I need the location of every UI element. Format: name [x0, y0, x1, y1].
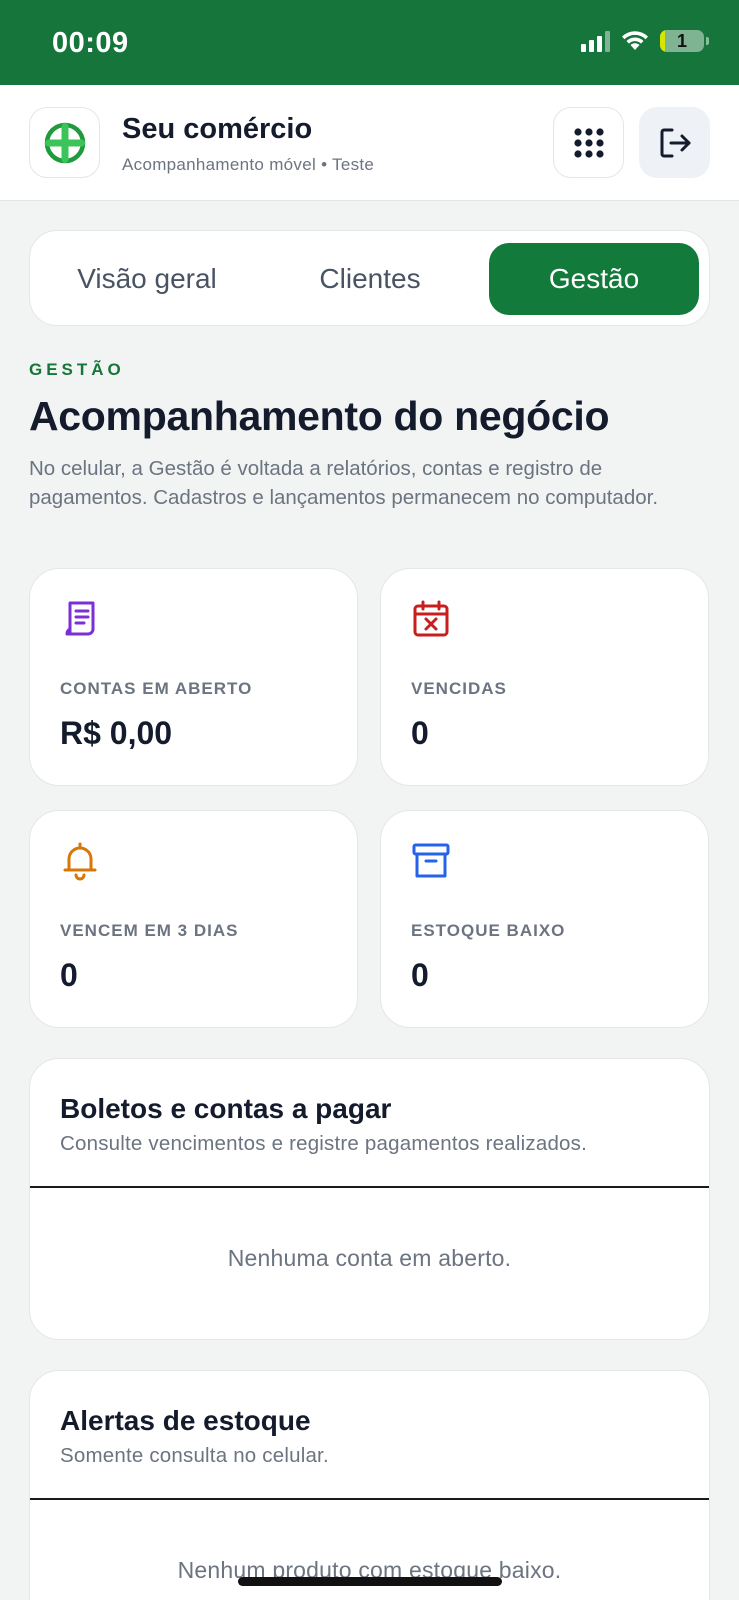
apps-menu-button[interactable]: [553, 107, 624, 178]
stat-value: 0: [411, 957, 429, 993]
status-icons: 1: [581, 30, 709, 52]
tab-gestao[interactable]: Gestão: [489, 243, 699, 315]
brand-title: Seu comércio: [122, 113, 313, 145]
archive-box-icon: [412, 843, 450, 878]
battery-level: 1: [676, 30, 687, 51]
panel-divider: [30, 1186, 709, 1188]
calendar-x-icon: [413, 600, 449, 637]
stat-card-contas-em-aberto[interactable]: CONTAS EM ABERTO R$ 0,00: [29, 568, 358, 786]
empty-state-text: Nenhuma conta em aberto.: [227, 1245, 512, 1271]
panel-title: Boletos e contas a pagar: [60, 1093, 392, 1124]
panel-divider: [30, 1498, 709, 1500]
stat-label: VENCIDAS: [411, 679, 507, 698]
panel-title: Alertas de estoque: [60, 1405, 311, 1436]
panel-contas-a-pagar: Boletos e contas a pagar Consulte vencim…: [29, 1058, 710, 1340]
app-header: Seu comércio Acompanhamento móvel • Test…: [0, 85, 739, 201]
stat-label: ESTOQUE BAIXO: [411, 921, 566, 940]
stat-card-vencem-em-3-dias[interactable]: VENCEM EM 3 DIAS 0: [29, 810, 358, 1028]
panel-subtitle: Consulte vencimentos e registre pagament…: [60, 1132, 587, 1155]
app-logo: [29, 107, 100, 178]
receipt-icon: [65, 601, 95, 636]
bell-icon: [63, 842, 97, 881]
status-time: 00:09: [52, 27, 129, 59]
stat-card-estoque-baixo[interactable]: ESTOQUE BAIXO 0: [380, 810, 709, 1028]
tab-bar: Visão geral Clientes Gestão: [29, 230, 710, 326]
battery-icon: 1: [660, 30, 704, 52]
status-bar: 00:09 1: [0, 0, 739, 85]
logout-button[interactable]: [639, 107, 710, 178]
grid-dots-icon: [573, 127, 604, 158]
wifi-icon: [622, 31, 648, 50]
home-indicator[interactable]: [238, 1577, 502, 1586]
tab-visao-geral[interactable]: Visão geral: [42, 243, 252, 315]
stat-value: 0: [411, 715, 429, 751]
logout-icon: [660, 128, 690, 157]
panel-subtitle: Somente consulta no celular.: [60, 1444, 329, 1467]
stat-card-vencidas[interactable]: VENCIDAS 0: [380, 568, 709, 786]
page-title: Acompanhamento do negócio: [29, 393, 610, 439]
brand-subtitle: Acompanhamento móvel • Teste: [122, 155, 375, 174]
plus-circle-icon: [44, 122, 85, 163]
panel-alertas-de-estoque: Alertas de estoque Somente consulta no c…: [29, 1370, 710, 1600]
section-eyebrow: GESTÃO: [29, 360, 125, 379]
tab-clientes[interactable]: Clientes: [265, 243, 475, 315]
signal-icon: [581, 30, 610, 52]
stat-value: R$ 0,00: [60, 715, 173, 751]
page-description: No celular, a Gestão é voltada a relatór…: [29, 457, 659, 509]
stat-value: 0: [60, 957, 78, 993]
stat-label: VENCEM EM 3 DIAS: [60, 921, 239, 940]
stat-label: CONTAS EM ABERTO: [60, 679, 253, 698]
